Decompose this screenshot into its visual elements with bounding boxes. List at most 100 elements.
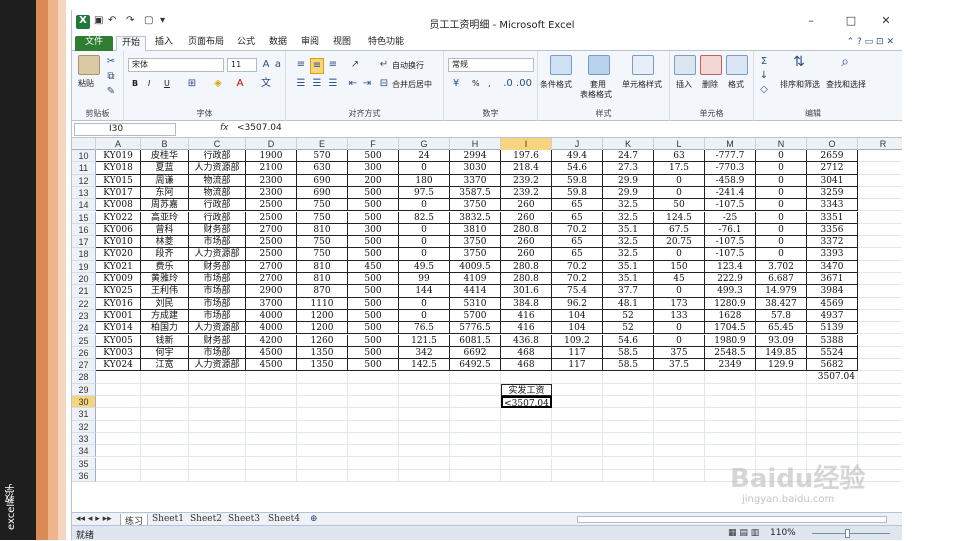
grid-cell[interactable]: 45 <box>654 273 705 286</box>
grid-cell[interactable]: 柏国力 <box>141 322 189 335</box>
grid-cell[interactable]: 1200 <box>297 309 348 323</box>
grid-cell[interactable] <box>603 396 654 409</box>
grid-cell[interactable]: 123.4 <box>705 260 756 273</box>
zoom-level[interactable]: 110% <box>770 528 796 538</box>
fill-color-icon[interactable]: ◈ <box>210 77 226 91</box>
align-right-icon[interactable]: ☰ <box>326 77 340 91</box>
tab-formulas[interactable]: 公式 <box>234 36 258 51</box>
grid-cell[interactable] <box>246 371 297 384</box>
grid-cell[interactable]: 690 <box>297 174 348 187</box>
grid-cell[interactable] <box>654 396 705 409</box>
grid-cell[interactable]: 222.9 <box>705 273 756 286</box>
wrap-text-icon[interactable]: ↵ <box>378 58 390 72</box>
grid-cell[interactable]: 375 <box>654 346 705 360</box>
grid-cell[interactable] <box>552 432 603 446</box>
grid-cell[interactable]: 3470 <box>807 260 858 273</box>
row-header[interactable]: 24 <box>72 322 96 335</box>
grid-cell[interactable] <box>450 457 501 470</box>
grid-cell[interactable] <box>141 396 189 409</box>
grid-cell[interactable] <box>603 445 654 458</box>
grid-cell[interactable]: 刘民 <box>141 297 189 310</box>
grid-cell[interactable]: 0 <box>756 236 807 249</box>
grid-cell[interactable]: 104 <box>552 322 603 335</box>
grid-cell[interactable] <box>501 457 552 470</box>
grid-cell[interactable] <box>189 408 246 421</box>
grid-cell[interactable] <box>858 150 903 163</box>
row-header[interactable]: 13 <box>72 186 96 200</box>
grid-cell[interactable]: 384.8 <box>501 297 552 310</box>
grid-cell[interactable]: KY019 <box>96 150 141 163</box>
grid-cell[interactable]: 行政部 <box>189 199 246 212</box>
grid-cell[interactable]: 0 <box>756 211 807 224</box>
grid-cell[interactable]: 6692 <box>450 346 501 360</box>
redo-icon[interactable]: ↷ <box>126 15 134 29</box>
grid-cell[interactable]: -25 <box>705 211 756 224</box>
grid-cell[interactable]: 人力资源部 <box>189 248 246 261</box>
grid-cell[interactable]: 5700 <box>450 309 501 323</box>
row-header[interactable]: 30 <box>72 396 96 409</box>
grid-cell[interactable]: 124.5 <box>654 211 705 224</box>
grid-cell[interactable] <box>297 383 348 396</box>
grid-cell[interactable]: 0 <box>756 199 807 212</box>
row-header[interactable]: 23 <box>72 309 96 323</box>
grid-cell[interactable]: 104 <box>552 309 603 323</box>
grid-cell[interactable]: 0 <box>399 297 450 310</box>
grid-cell[interactable] <box>858 273 903 286</box>
grid-cell[interactable]: 0 <box>399 248 450 261</box>
grid-cell[interactable]: 实发工资 <box>501 383 552 396</box>
grid-cell[interactable]: 3041 <box>807 174 858 187</box>
grid-cell[interactable]: 499.3 <box>705 285 756 298</box>
grid-cell[interactable] <box>141 457 189 470</box>
grid-cell[interactable] <box>654 371 705 384</box>
grid-cell[interactable]: 王利伟 <box>141 285 189 298</box>
grid-cell[interactable] <box>501 408 552 421</box>
grid-cell[interactable] <box>297 469 348 483</box>
grid-cell[interactable] <box>348 457 399 470</box>
tab-view[interactable]: 视图 <box>330 36 354 51</box>
grid-cell[interactable]: 570 <box>297 150 348 163</box>
grid-cell[interactable]: 500 <box>348 199 399 212</box>
grid-cell[interactable]: 500 <box>348 334 399 347</box>
grid-cell[interactable]: -107.5 <box>705 236 756 249</box>
fill-icon[interactable]: ↓ <box>758 69 770 83</box>
align-bottom-icon[interactable]: ≡ <box>326 58 340 72</box>
cell-style-button[interactable]: 单元格样式 <box>622 79 662 90</box>
row-header[interactable]: 36 <box>72 469 96 483</box>
column-header[interactable]: M <box>705 138 756 150</box>
grid-cell[interactable]: KY006 <box>96 223 141 237</box>
column-header[interactable]: D <box>246 138 297 150</box>
grid-cell[interactable]: 129.9 <box>756 359 807 372</box>
grid-cell[interactable]: 黄雅玲 <box>141 273 189 286</box>
grid-cell[interactable]: 500 <box>348 297 399 310</box>
underline-button[interactable]: U <box>164 79 170 88</box>
grid-cell[interactable]: 6081.5 <box>450 334 501 347</box>
grid-cell[interactable]: 2500 <box>246 199 297 212</box>
grid-cell[interactable]: 75.4 <box>552 285 603 298</box>
grid-cell[interactable]: 3393 <box>807 248 858 261</box>
grid-cell[interactable]: 4500 <box>246 346 297 360</box>
grid-cell[interactable]: 3587.5 <box>450 186 501 200</box>
grid-cell[interactable]: 121.5 <box>399 334 450 347</box>
row-header[interactable]: 21 <box>72 285 96 298</box>
grid-cell[interactable] <box>807 445 858 458</box>
grid-cell[interactable]: 750 <box>297 199 348 212</box>
grid-cell[interactable]: KY022 <box>96 211 141 224</box>
font-name-select[interactable]: 宋体 <box>128 58 224 72</box>
format-painter-icon[interactable]: ✎ <box>104 85 118 99</box>
grid-cell[interactable]: 物流部 <box>189 174 246 187</box>
grid-cell[interactable]: 0 <box>654 248 705 261</box>
row-header[interactable]: 33 <box>72 432 96 446</box>
row-header[interactable]: 31 <box>72 408 96 421</box>
grid-cell[interactable] <box>858 175 903 187</box>
column-header[interactable]: I <box>501 138 552 150</box>
merge-icon[interactable]: ⊟ <box>378 77 390 91</box>
grid-cell[interactable]: 1350 <box>297 359 348 372</box>
grid-cell[interactable]: 2300 <box>246 186 297 200</box>
grid-cell[interactable]: 0 <box>399 199 450 212</box>
grid-cell[interactable] <box>552 420 603 433</box>
grid-cell[interactable]: 810 <box>297 223 348 237</box>
grid-cell[interactable] <box>297 371 348 384</box>
grid-cell[interactable]: <3507.04 <box>501 396 552 409</box>
fx-icon[interactable]: fx <box>220 123 229 133</box>
grid-cell[interactable] <box>96 408 141 421</box>
